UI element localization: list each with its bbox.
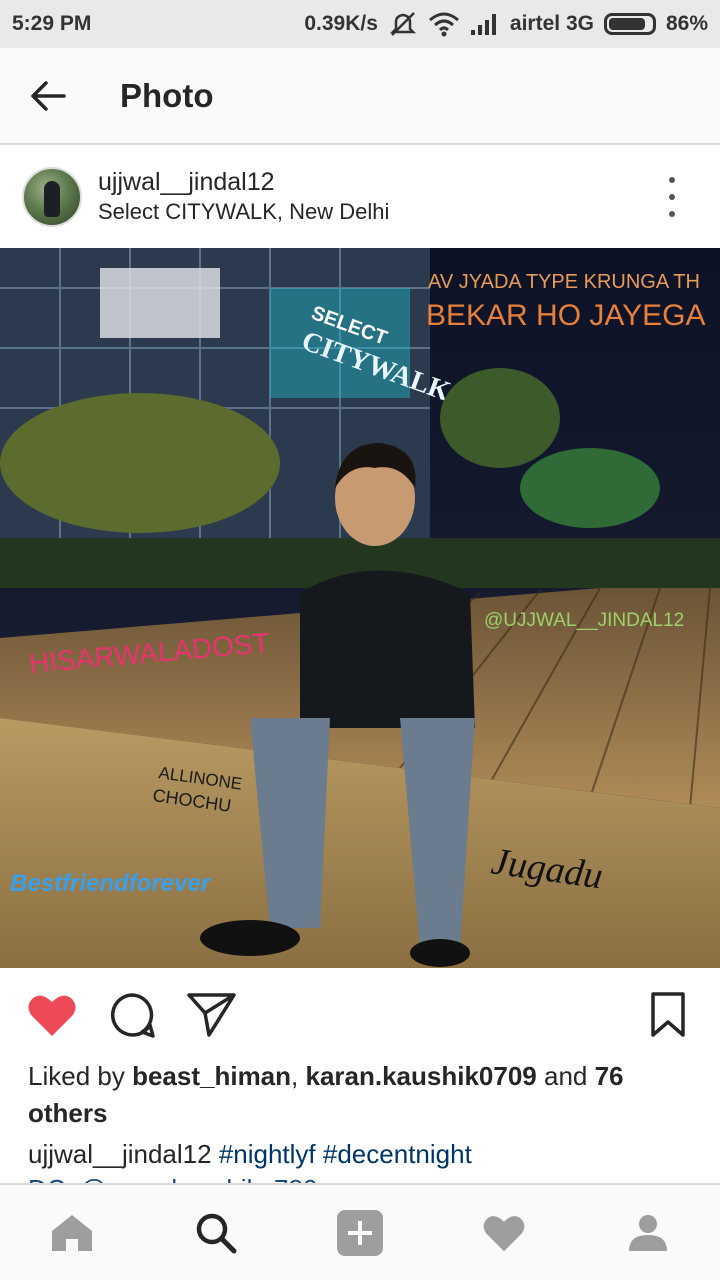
back-button[interactable]: [0, 47, 96, 144]
likes-prefix: Liked by: [28, 1061, 133, 1091]
status-right: 0.39K/s airtel 3G 86%: [304, 11, 708, 37]
battery-icon: [603, 13, 656, 35]
nav-activity[interactable]: [468, 1197, 540, 1269]
nav-profile[interactable]: [612, 1197, 684, 1269]
likes-sep: ,: [291, 1061, 306, 1091]
liker-2[interactable]: karan.kaushik0709: [305, 1061, 536, 1091]
avatar[interactable]: [22, 167, 82, 227]
photo-text-top1: AV JYADA TYPE KRUNGA TH: [428, 271, 700, 293]
nav-search[interactable]: [180, 1197, 252, 1269]
tree-shape: [520, 448, 660, 528]
heart-icon: [483, 1215, 525, 1251]
photo-text-handle: @UJJWAL__JINDAL12: [484, 610, 684, 631]
more-dot-icon: [669, 177, 675, 183]
share-button[interactable]: [187, 990, 237, 1040]
hashtag-link[interactable]: #nightlyf: [219, 1139, 316, 1169]
battery-percent: 86%: [665, 12, 708, 35]
profile-icon: [629, 1214, 667, 1251]
photo-image: SELECT CITYWALK AV JYADA TYPE KRUNGA TH …: [0, 248, 720, 968]
post-user-info: ujjwal__jindal12 Select CITYWALK, New De…: [98, 167, 389, 227]
tree-shape: [0, 393, 280, 533]
send-icon: [187, 993, 236, 1037]
more-dot-icon: [669, 211, 675, 217]
post-caption: ujjwal__jindal12 #nightlyf #decentnight: [28, 1136, 698, 1173]
heart-filled-icon: [28, 995, 76, 1036]
like-button[interactable]: [27, 990, 77, 1040]
signal-icon: [470, 12, 500, 36]
battery-fill: [608, 18, 646, 30]
carrier-label: airtel 3G: [509, 12, 594, 35]
more-dot-icon: [669, 194, 675, 200]
post-location[interactable]: Select CITYWALK, New Delhi: [98, 197, 389, 227]
post-username[interactable]: ujjwal__jindal12: [98, 167, 389, 197]
post-header: ujjwal__jindal12 Select CITYWALK, New De…: [0, 147, 720, 247]
app-bar: Photo: [0, 48, 720, 145]
page-title: Photo: [120, 76, 214, 114]
bookmark-icon: [651, 992, 685, 1037]
likes-and: and: [536, 1061, 595, 1091]
caption-username[interactable]: ujjwal__jindal12: [28, 1139, 212, 1169]
home-icon: [52, 1214, 92, 1251]
bottom-nav: [0, 1183, 720, 1280]
more-options-button[interactable]: [660, 177, 684, 217]
save-button[interactable]: [643, 990, 693, 1040]
likes-text[interactable]: Liked by beast_himan, karan.kaushik0709 …: [28, 1058, 678, 1132]
add-icon: [337, 1209, 383, 1256]
mute-icon: [388, 11, 418, 37]
arrow-left-icon: [31, 80, 66, 111]
comment-button[interactable]: [107, 990, 157, 1040]
likes-count[interactable]: 76: [595, 1061, 624, 1091]
nav-add[interactable]: [324, 1197, 396, 1269]
status-time: 5:29 PM: [12, 12, 92, 35]
hashtag-link[interactable]: #decentnight: [323, 1139, 472, 1169]
search-icon: [196, 1213, 237, 1253]
comment-icon: [111, 993, 155, 1038]
tree-shape: [440, 368, 560, 468]
photo-text-top2: BEKAR HO JAYEGA: [426, 299, 706, 332]
wifi-icon: [428, 11, 460, 37]
photo-text-bestfriend: Bestfriendforever: [10, 870, 212, 897]
network-speed: 0.39K/s: [304, 12, 378, 35]
post-photo[interactable]: SELECT CITYWALK AV JYADA TYPE KRUNGA TH …: [0, 248, 720, 968]
status-bar: 5:29 PM 0.39K/s airtel 3G 86%: [0, 0, 720, 48]
person-shirt: [300, 570, 475, 728]
likes-suffix[interactable]: others: [28, 1098, 107, 1128]
liker-1[interactable]: beast_himan: [132, 1061, 291, 1091]
post-actions: [0, 968, 720, 1060]
nav-home[interactable]: [36, 1197, 108, 1269]
